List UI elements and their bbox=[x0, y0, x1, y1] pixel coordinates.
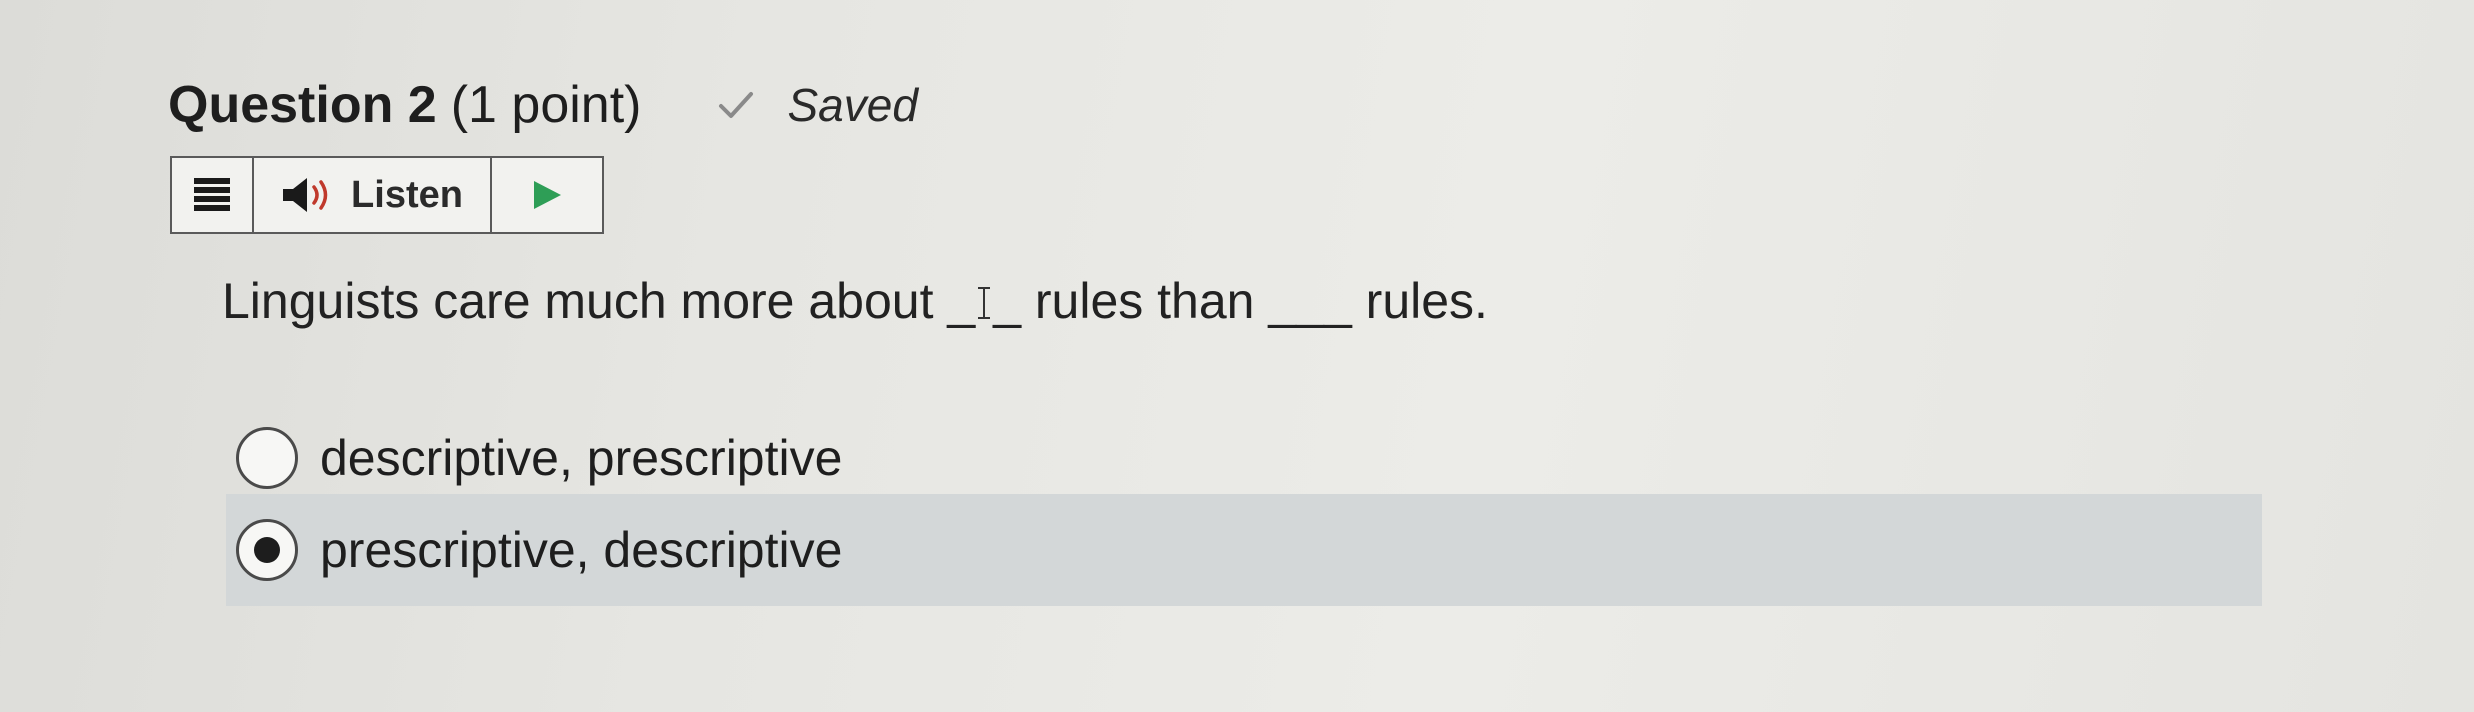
question-title: Question 2 bbox=[168, 76, 437, 134]
text-cursor-icon bbox=[978, 287, 991, 319]
question-text-end: _ rules than ___ rules. bbox=[993, 273, 1488, 329]
saved-status: Saved bbox=[715, 78, 918, 132]
radio-dot bbox=[254, 537, 280, 563]
radio-button-selected[interactable] bbox=[236, 519, 298, 581]
play-icon bbox=[534, 181, 561, 209]
speaker-icon bbox=[283, 178, 328, 212]
question-text-start: Linguists care much more about _ bbox=[222, 273, 976, 329]
radio-button[interactable] bbox=[236, 427, 298, 489]
saved-label: Saved bbox=[787, 79, 918, 131]
answer-option-label: descriptive, prescriptive bbox=[320, 430, 843, 486]
menu-icon bbox=[194, 178, 230, 211]
question-header: Question 2 (1 point) Saved bbox=[168, 70, 918, 140]
checkmark-icon bbox=[719, 92, 754, 118]
answer-option-2[interactable]: prescriptive, descriptive bbox=[226, 494, 2262, 606]
toolbar-menu-button[interactable] bbox=[172, 158, 254, 232]
answer-option-label: prescriptive, descriptive bbox=[320, 522, 843, 578]
question-text: Linguists care much more about _ _ rules … bbox=[222, 272, 1488, 330]
listen-button[interactable]: Listen bbox=[254, 158, 492, 232]
listen-label: Listen bbox=[351, 173, 463, 216]
question-points: (1 point) bbox=[450, 76, 642, 134]
play-button[interactable] bbox=[492, 158, 602, 232]
listen-toolbar: Listen bbox=[170, 156, 604, 234]
